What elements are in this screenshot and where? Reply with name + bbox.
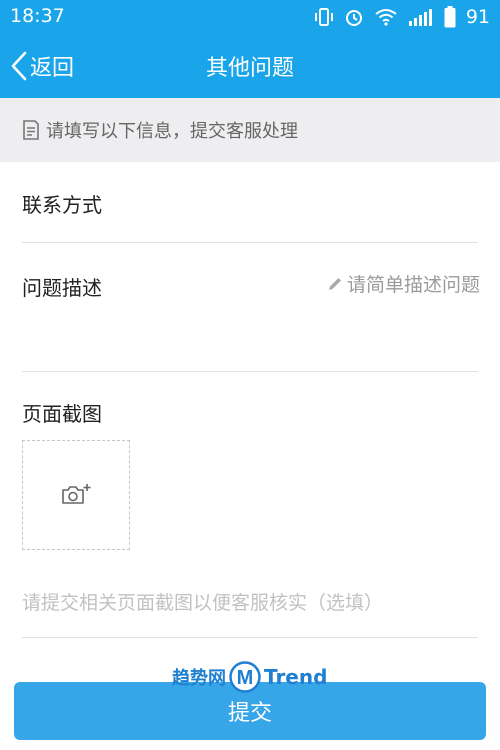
contact-input[interactable] (140, 185, 482, 223)
signal-icon (408, 9, 432, 26)
notice-banner: 请填写以下信息，提交客服处理 (0, 98, 500, 162)
notice-text: 请填写以下信息，提交客服处理 (46, 121, 298, 142)
watermark-mark: M (237, 667, 254, 689)
title-bar: 返回 其他问题 (0, 34, 500, 98)
contact-label: 联系方式 (22, 193, 102, 217)
description-label: 问题描述 (22, 276, 102, 300)
screenshot-hint: 请提交相关页面截图以便客服核实（选填） (22, 592, 384, 614)
watermark-logo: M (229, 661, 261, 693)
description-input[interactable]: 请简单描述问题 (140, 268, 480, 358)
battery-level: 91 (465, 6, 490, 28)
divider (22, 637, 478, 638)
battery-icon (444, 6, 456, 28)
screenshot-upload-button[interactable] (22, 440, 130, 550)
status-icons: 91 (314, 5, 490, 29)
camera-add-icon (62, 484, 91, 504)
alarm-icon (345, 10, 362, 26)
divider (22, 371, 478, 372)
wifi-icon (375, 9, 397, 26)
description-placeholder: 请简单描述问题 (346, 274, 480, 296)
status-bar: 18:37 91 (0, 0, 500, 34)
submit-label: 提交 (227, 701, 272, 726)
watermark-cn: 趋势网 (172, 668, 226, 689)
note-icon (23, 120, 39, 140)
screenshot-label: 页面截图 (22, 402, 102, 426)
description-hint: 请简单描述问题 (327, 270, 480, 297)
page-title: 其他问题 (205, 56, 294, 81)
divider (22, 242, 478, 243)
watermark-en: Trend (264, 665, 328, 689)
pencil-icon (328, 277, 341, 290)
vibrate-icon (314, 8, 333, 26)
status-time: 18:37 (10, 5, 65, 27)
watermark: 趋势网 M Trend (172, 660, 327, 694)
